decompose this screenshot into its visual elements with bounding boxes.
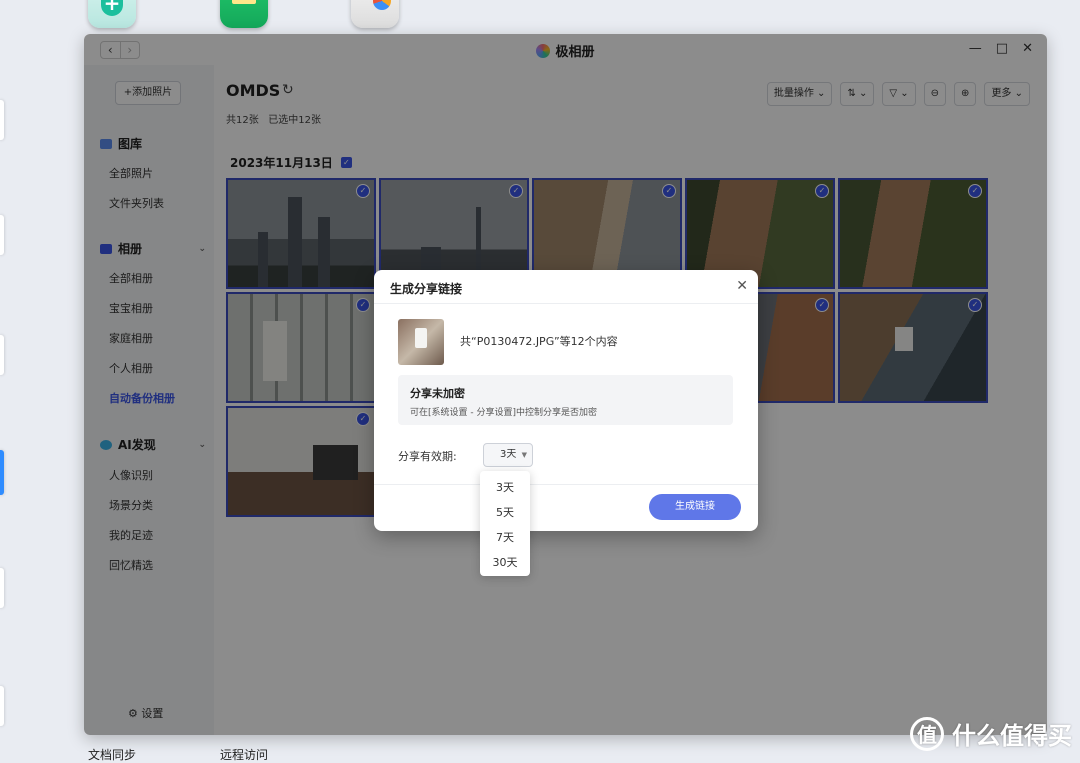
chevron-down-icon: ▼ [521, 451, 527, 459]
notice-text: 可在[系统设置 - 分享设置]中控制分享是否加密 [410, 408, 597, 418]
encryption-notice: 分享未加密 可在[系统设置 - 分享设置]中控制分享是否加密 [398, 375, 733, 425]
dialog-header: 生成分享链接 ✕ [374, 270, 758, 304]
close-icon[interactable]: ✕ [736, 278, 748, 294]
database-app-icon[interactable] [351, 0, 399, 28]
validity-option-30d[interactable]: 30天 [480, 550, 530, 575]
desktop-edge-icon[interactable] [0, 450, 4, 495]
share-link-dialog: 生成分享链接 ✕ 共“P0130472.JPG”等12个内容 分享未加密 可在[… [374, 270, 758, 531]
validity-label: 分享有效期: [398, 450, 457, 463]
file-thumbnail [398, 319, 444, 365]
validity-option-5d[interactable]: 5天 [480, 500, 530, 525]
notice-title: 分享未加密 [410, 387, 465, 400]
dialog-divider [374, 484, 758, 485]
desktop-edge-icon[interactable] [0, 100, 4, 140]
desktop-label-sync[interactable]: 文档同步 [88, 746, 136, 763]
file-description: 共“P0130472.JPG”等12个内容 [460, 335, 618, 348]
watermark: 值 什么值得买 [910, 716, 1072, 751]
dialog-title: 生成分享链接 [390, 282, 463, 296]
watermark-text: 什么值得买 [952, 722, 1072, 750]
generate-link-button[interactable]: 生成链接 [649, 494, 741, 520]
validity-dropdown: 3天 5天 7天 30天 [480, 471, 530, 576]
watermark-logo-icon: 值 [910, 716, 944, 751]
security-app-icon[interactable] [88, 0, 136, 28]
desktop-edge-icon[interactable] [0, 335, 4, 375]
validity-option-3d[interactable]: 3天 [480, 475, 530, 500]
download-app-icon[interactable] [220, 0, 268, 28]
desktop-label-remote[interactable]: 远程访问 [220, 746, 268, 763]
desktop-edge-icon[interactable] [0, 686, 4, 726]
desktop-edge-icon[interactable] [0, 215, 4, 255]
validity-selected-value: 3天 [500, 449, 517, 460]
desktop-edge-icon[interactable] [0, 568, 4, 608]
validity-select[interactable]: 3天 ▼ [483, 443, 533, 467]
validity-option-7d[interactable]: 7天 [480, 525, 530, 550]
